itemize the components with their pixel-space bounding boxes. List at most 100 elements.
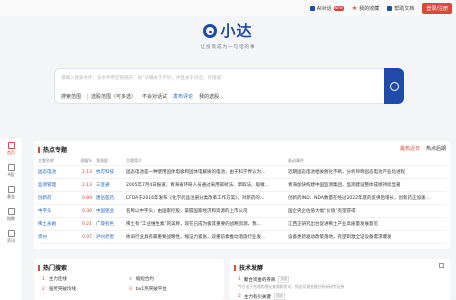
col-desc-header: 主题简介 [126,157,142,163]
topic-name[interactable]: 稀土永磁 [38,221,76,227]
star-icon: ★ [351,4,358,12]
item-text: 缩短合约 [135,277,154,282]
topic-pct: 0.07 [81,234,92,240]
sidebar-item-home[interactable]: 首页 [0,138,22,160]
topic-lead[interactable]: 泸州老窖 [96,234,126,240]
search-box[interactable]: 请输入搜索条件，多条件用空格隔开，如“涉嫌关于不好，并且关于对话，存储器” 搜索… [54,68,404,104]
hot-topics-title: 热点专题 [43,147,68,154]
topic-pct: 0.30 [81,208,92,214]
search-button[interactable] [384,68,404,104]
topic-desc: 固态电池是一种使用固体电极和固体电解质的电池，由于科学界认为… [126,170,266,175]
sidebar-item-label: 资讯 [7,238,15,243]
sidebar-item-label: 基金 [7,194,15,199]
topic-lead[interactable]: 三变通 [96,182,126,188]
tab-later[interactable]: 热点后期 [426,145,446,152]
topic-name[interactable]: 监测管理 [38,182,76,188]
topic-event: 青海加快构建中国监测集团，监测建设整体成绩持续显著 [288,183,401,188]
topic-lead[interactable]: 中国铝业 [96,208,126,214]
login-button[interactable]: 登录/注册 [422,2,452,14]
favorites-link[interactable]: ★ 我的收藏 [352,5,379,12]
rank-number: 1 [238,277,241,282]
search-option-link[interactable]: 发布评论 [173,93,193,100]
list-item[interactable]: 3 bx1热突破平台 [129,286,216,293]
doc-icon [387,5,393,11]
list-item[interactable]: 1 聚合资金的券商 选股 [238,276,442,283]
col-pct-header: 涨幅% [80,157,92,163]
sidebar-item-funds[interactable]: 基金 [0,182,22,204]
top-bar: AI对话 NEW ★ 我的收藏 帮助文档 登录/注册 [0,0,456,16]
news-title: 主力有引关键 [243,294,271,300]
search-scope-label: 搜索范围 [61,94,82,100]
topic-event: 江西正研究出台促进稀土产业高质量发展意见 [288,222,378,227]
topic-desc: CFDA于2016年发布《化学药品注册分类改革工作方案》，对新药的… [126,196,265,201]
table-row[interactable]: 中字头 0.30 中国铝业 名称以中字头，由国家控股，掌握国家经济和资源的上市公… [38,205,446,218]
item-text: 强势突破均线 [48,287,76,292]
search-scope-select[interactable]: 选股范围（可多选） [87,93,136,100]
new-badge: NEW [333,5,344,11]
sidebar-item-stocks[interactable]: A股 [0,160,22,182]
hot-search-title: 热门搜索 [43,265,68,272]
search-input[interactable]: 请输入搜索条件，多条件用空格隔开，如“涉嫌关于不好，并且关于对话，存储器” [61,75,223,81]
topic-desc: 稀土有“工业维生素”的美称，现在已成为极其重要的战略资源，我… [126,222,262,227]
col-event-header: 驱动事件 [288,157,304,163]
topic-lead[interactable]: 唐岳医药 [96,195,126,201]
list-item[interactable]: 1 主力连线 [42,276,129,283]
table-row[interactable]: 固态电池 2.13 杭可科技 固态电池是一种使用固体电极和固体电解质的电池，由于… [38,166,446,179]
col-lead-header: 领涨股 [96,157,108,163]
sidebar-item-label: A股 [7,172,15,177]
ai-icon [309,5,315,11]
topic-pct: 2.13 [81,169,92,175]
logo-mark-icon [203,23,218,38]
topic-lead[interactable]: 广晟有色 [96,221,126,227]
help-label: 帮助文档 [394,5,415,12]
section-marker [38,146,40,153]
topic-pct: 0.89 [81,195,92,201]
sidebar-item-label: 首页 [7,150,15,155]
table-row[interactable]: 贵州 0.07 泸州老窖 依旧行业具有最重要战略性，缩证力紧张，双重前素推动酒旅… [38,231,446,244]
rank-number: 4 [129,276,132,282]
sidebar-item-news[interactable]: 资讯 [0,226,22,248]
topic-lead[interactable]: 杭可科技 [96,169,126,175]
tab-hottest[interactable]: 最热近日 [400,145,420,152]
topic-name[interactable]: 创新药 [38,195,76,201]
table-header: 主题名称 涨幅% 领涨股 主题简介 驱动事件 [38,156,446,166]
rank-number: 2 [42,286,45,292]
topic-pct: 0.21 [81,221,92,227]
search-icon [389,81,399,91]
list-item[interactable]: 2 强势突破均线 [42,286,129,293]
sidebar-item-label: 指数 [7,216,15,221]
ai-chat-link[interactable]: AI对话 NEW [309,5,344,12]
index-icon [7,208,15,215]
topic-desc: 依旧行业具有最重要战略性，缩证力紧张，双重前素推动酒旅行业发… [126,235,266,240]
hot-topics-table: 主题名称 涨幅% 领涨股 主题简介 驱动事件 固态电池 2.13 杭可科技 固态… [38,156,446,244]
help-link[interactable]: 帮助文档 [387,5,414,12]
home-icon [7,142,15,149]
table-row[interactable]: 创新药 0.89 唐岳医药 CFDA于2016年发布《化学药品注册分类改革工作方… [38,192,446,205]
ai-chat-label: AI对话 [316,5,332,12]
topic-name[interactable]: 固态电池 [38,169,76,175]
rank-number: 2 [238,294,241,299]
chart-icon [7,164,15,171]
list-item[interactable]: 2 主力有引关键 选股 [238,293,442,300]
item-text: bx1热突破平台 [135,287,167,292]
sidebar-item-index[interactable]: 指数 [0,204,22,226]
topic-name[interactable]: 中字头 [38,208,76,214]
topic-name[interactable]: 贵州 [38,234,76,240]
rank-number: 3 [129,286,132,292]
topic-pct: 2.13 [81,182,92,188]
external-link-icon[interactable] [439,263,444,268]
logo-brand: 小达 [220,22,253,40]
col-name-header: 主题名称 [38,157,54,163]
search-option-label: 不会对话试 [142,94,168,100]
hot-search-panel: 热门搜索 1 主力连线 4 缩短合约 2 强势突破均线 3 bx1热突破平台 [34,259,224,300]
site-logo[interactable]: 小达 让投资成为一句话的事 [196,20,260,60]
news-title: 聚合资金的券商 [243,277,276,283]
table-row[interactable]: 监测管理 2.13 三变通 2005年7月4日报道，青海省环研人员通过采用碳射法… [38,179,446,192]
table-row[interactable]: 稀土永磁 0.21 广晟有色 稀土有“工业维生素”的美称，现在已成为极其重要的战… [38,218,446,231]
section-marker [38,264,40,271]
fund-icon [7,186,15,193]
my-reports-link[interactable]: 我的选股 [199,93,219,100]
news-summary: 今日出于合理的理论来源和资讯，指出可观金融分析研研究证券 [238,284,345,289]
section-marker [234,264,236,271]
list-item[interactable]: 4 缩短合约 [129,276,216,283]
